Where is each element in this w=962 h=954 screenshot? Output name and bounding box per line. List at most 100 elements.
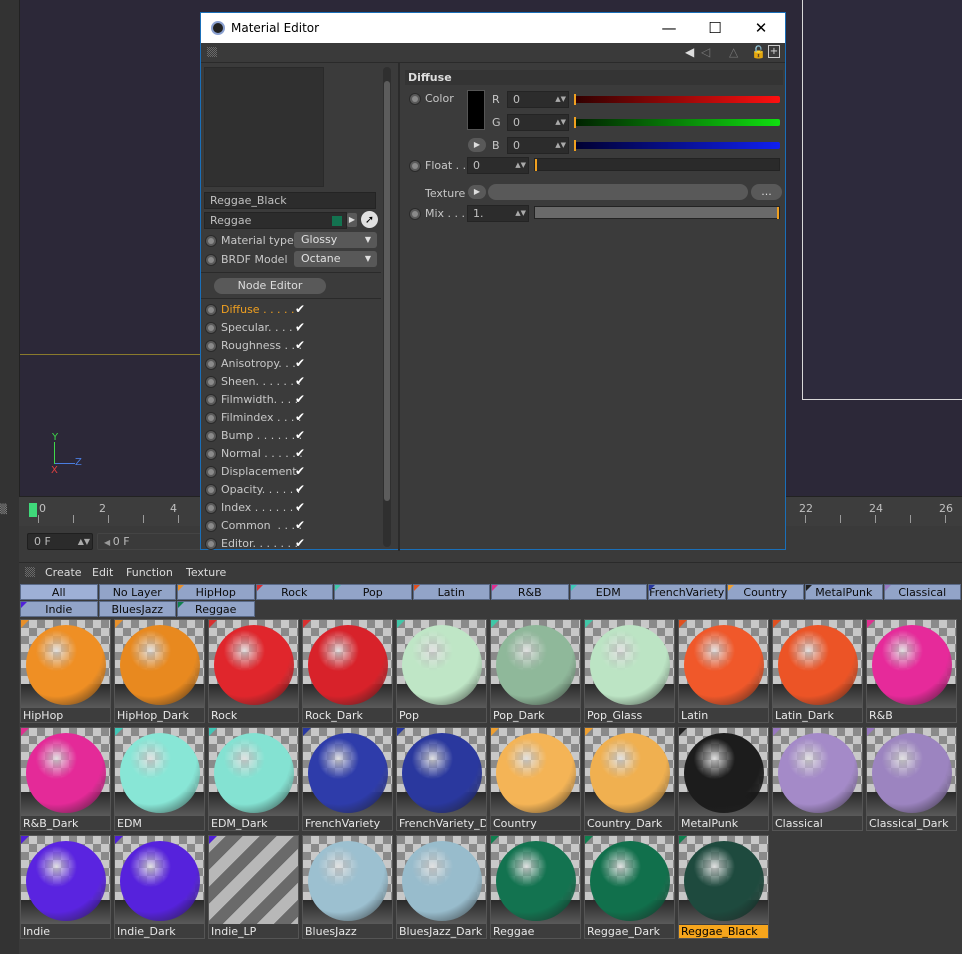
- channel-checkbox[interactable]: ✔: [295, 429, 306, 441]
- float-slider-handle[interactable]: [535, 159, 537, 171]
- timeline-playhead[interactable]: [29, 503, 37, 517]
- material-tile[interactable]: BluesJazz: [302, 835, 393, 939]
- channel-radio[interactable]: [205, 304, 217, 316]
- layer-button[interactable]: All: [20, 584, 98, 600]
- channel-radio[interactable]: [205, 358, 217, 370]
- mix-slider[interactable]: [534, 206, 780, 219]
- channel-checkbox[interactable]: ✔: [295, 537, 306, 549]
- back-arrow-icon[interactable]: ◀: [685, 45, 694, 59]
- editor-scrollbar[interactable]: [383, 67, 391, 547]
- mix-value-field[interactable]: 1. ▲▼: [467, 205, 529, 222]
- layer-button[interactable]: Classical: [883, 584, 961, 600]
- material-tile[interactable]: Rock_Dark: [302, 619, 393, 723]
- material-type-dropdown[interactable]: Glossy ▼: [294, 232, 377, 248]
- mix-radio[interactable]: [409, 208, 421, 220]
- pick-cursor-icon[interactable]: ➚: [361, 211, 378, 228]
- layer-button[interactable]: Indie: [20, 601, 98, 617]
- layer-button[interactable]: HipHop: [177, 584, 255, 600]
- g-value-field[interactable]: 0 ▲▼: [507, 114, 569, 131]
- lock-icon[interactable]: 🔓: [751, 45, 766, 59]
- material-preview[interactable]: [204, 67, 324, 187]
- material-tile[interactable]: Pop_Glass: [584, 619, 675, 723]
- channel-radio[interactable]: [205, 430, 217, 442]
- channel-radio[interactable]: [205, 448, 217, 460]
- channel-checkbox[interactable]: ✔: [295, 303, 306, 315]
- layer-button[interactable]: R&B: [491, 584, 569, 600]
- float-radio[interactable]: [409, 160, 421, 172]
- b-slider-handle[interactable]: [574, 140, 576, 151]
- material-tile[interactable]: Country: [490, 727, 581, 831]
- material-tile[interactable]: R&B_Dark: [20, 727, 111, 831]
- brdf-model-dropdown[interactable]: Octane ▼: [294, 251, 377, 267]
- channel-label[interactable]: Sheen. . . . . . .: [221, 375, 301, 388]
- new-panel-icon[interactable]: +: [768, 45, 780, 58]
- texture-arrow-button[interactable]: ▶: [468, 185, 486, 199]
- material-name-field[interactable]: Reggae_Black: [204, 192, 376, 209]
- timeline-grip-icon[interactable]: ▒: [0, 505, 19, 519]
- channel-label[interactable]: Diffuse . . . . .: [221, 303, 295, 316]
- channel-radio[interactable]: [205, 538, 217, 550]
- channel-checkbox[interactable]: ✔: [295, 321, 306, 333]
- mix-slider-handle[interactable]: [777, 207, 779, 219]
- g-slider[interactable]: [574, 119, 780, 126]
- scrollbar-thumb[interactable]: [384, 81, 390, 501]
- layer-arrow-button[interactable]: ▶: [347, 213, 357, 227]
- channel-label[interactable]: Index . . . . . . .: [221, 501, 300, 514]
- texture-more-button[interactable]: ...: [751, 184, 782, 200]
- material-tile[interactable]: FrenchVariety: [302, 727, 393, 831]
- menu-create[interactable]: Create: [45, 566, 82, 579]
- menu-texture[interactable]: Texture: [186, 566, 226, 579]
- channel-checkbox[interactable]: ✔: [295, 519, 306, 531]
- channel-checkbox[interactable]: ✔: [295, 501, 306, 513]
- material-tile[interactable]: Latin: [678, 619, 769, 723]
- channel-checkbox[interactable]: ✔: [295, 339, 306, 351]
- up-arrow-icon[interactable]: △: [729, 45, 738, 59]
- channel-checkbox[interactable]: ✔: [295, 447, 306, 459]
- channel-label[interactable]: Specular. . . . .: [221, 321, 300, 334]
- material-tile[interactable]: EDM_Dark: [208, 727, 299, 831]
- brdf-model-radio[interactable]: [205, 254, 217, 266]
- layer-button[interactable]: BluesJazz: [98, 601, 176, 617]
- material-tile[interactable]: Indie_Dark: [114, 835, 205, 939]
- channel-radio[interactable]: [205, 394, 217, 406]
- channel-radio[interactable]: [205, 322, 217, 334]
- channel-radio[interactable]: [205, 412, 217, 424]
- channel-label[interactable]: Filmindex . . . .: [221, 411, 301, 424]
- channel-checkbox[interactable]: ✔: [295, 483, 306, 495]
- channel-label[interactable]: Anisotropy. . .: [221, 357, 296, 370]
- channel-label[interactable]: Roughness . . .: [221, 339, 302, 352]
- material-tile[interactable]: Classical: [772, 727, 863, 831]
- material-tile[interactable]: Indie_LP: [208, 835, 299, 939]
- texture-slot[interactable]: [488, 184, 748, 200]
- channel-label[interactable]: Normal . . . . . .: [221, 447, 303, 460]
- material-tile[interactable]: EDM: [114, 727, 205, 831]
- material-tile[interactable]: BluesJazz_Dark: [396, 835, 487, 939]
- maximize-button[interactable]: ☐: [693, 16, 737, 40]
- channel-radio[interactable]: [205, 376, 217, 388]
- material-tile[interactable]: Reggae_Black: [678, 835, 769, 939]
- material-tile[interactable]: Reggae: [490, 835, 581, 939]
- panel-grip-icon[interactable]: [25, 567, 35, 577]
- material-tile[interactable]: HipHop: [20, 619, 111, 723]
- layer-button[interactable]: Reggae: [177, 601, 255, 617]
- color-mode-button[interactable]: ▶: [468, 138, 486, 152]
- layer-button[interactable]: Pop: [334, 584, 412, 600]
- material-tile[interactable]: Rock: [208, 619, 299, 723]
- channel-label[interactable]: Editor. . . . . . .: [221, 537, 298, 550]
- g-slider-handle[interactable]: [574, 117, 576, 128]
- channel-checkbox[interactable]: ✔: [295, 465, 306, 477]
- r-slider[interactable]: [574, 96, 780, 103]
- material-type-radio[interactable]: [205, 235, 217, 247]
- start-frame-field[interactable]: 0 F ▲▼: [27, 533, 93, 550]
- color-swatch[interactable]: [467, 90, 485, 130]
- b-slider[interactable]: [574, 142, 780, 149]
- material-editor-titlebar[interactable]: Material Editor — ☐ ✕: [201, 13, 785, 43]
- material-tile[interactable]: MetalPunk: [678, 727, 769, 831]
- layer-field[interactable]: Reggae: [204, 212, 347, 229]
- menu-function[interactable]: Function: [126, 566, 173, 579]
- r-value-field[interactable]: 0 ▲▼: [507, 91, 569, 108]
- float-slider[interactable]: [534, 158, 780, 171]
- channel-radio[interactable]: [205, 340, 217, 352]
- minimize-button[interactable]: —: [647, 16, 691, 40]
- channel-label[interactable]: Filmwidth. . . .: [221, 393, 298, 406]
